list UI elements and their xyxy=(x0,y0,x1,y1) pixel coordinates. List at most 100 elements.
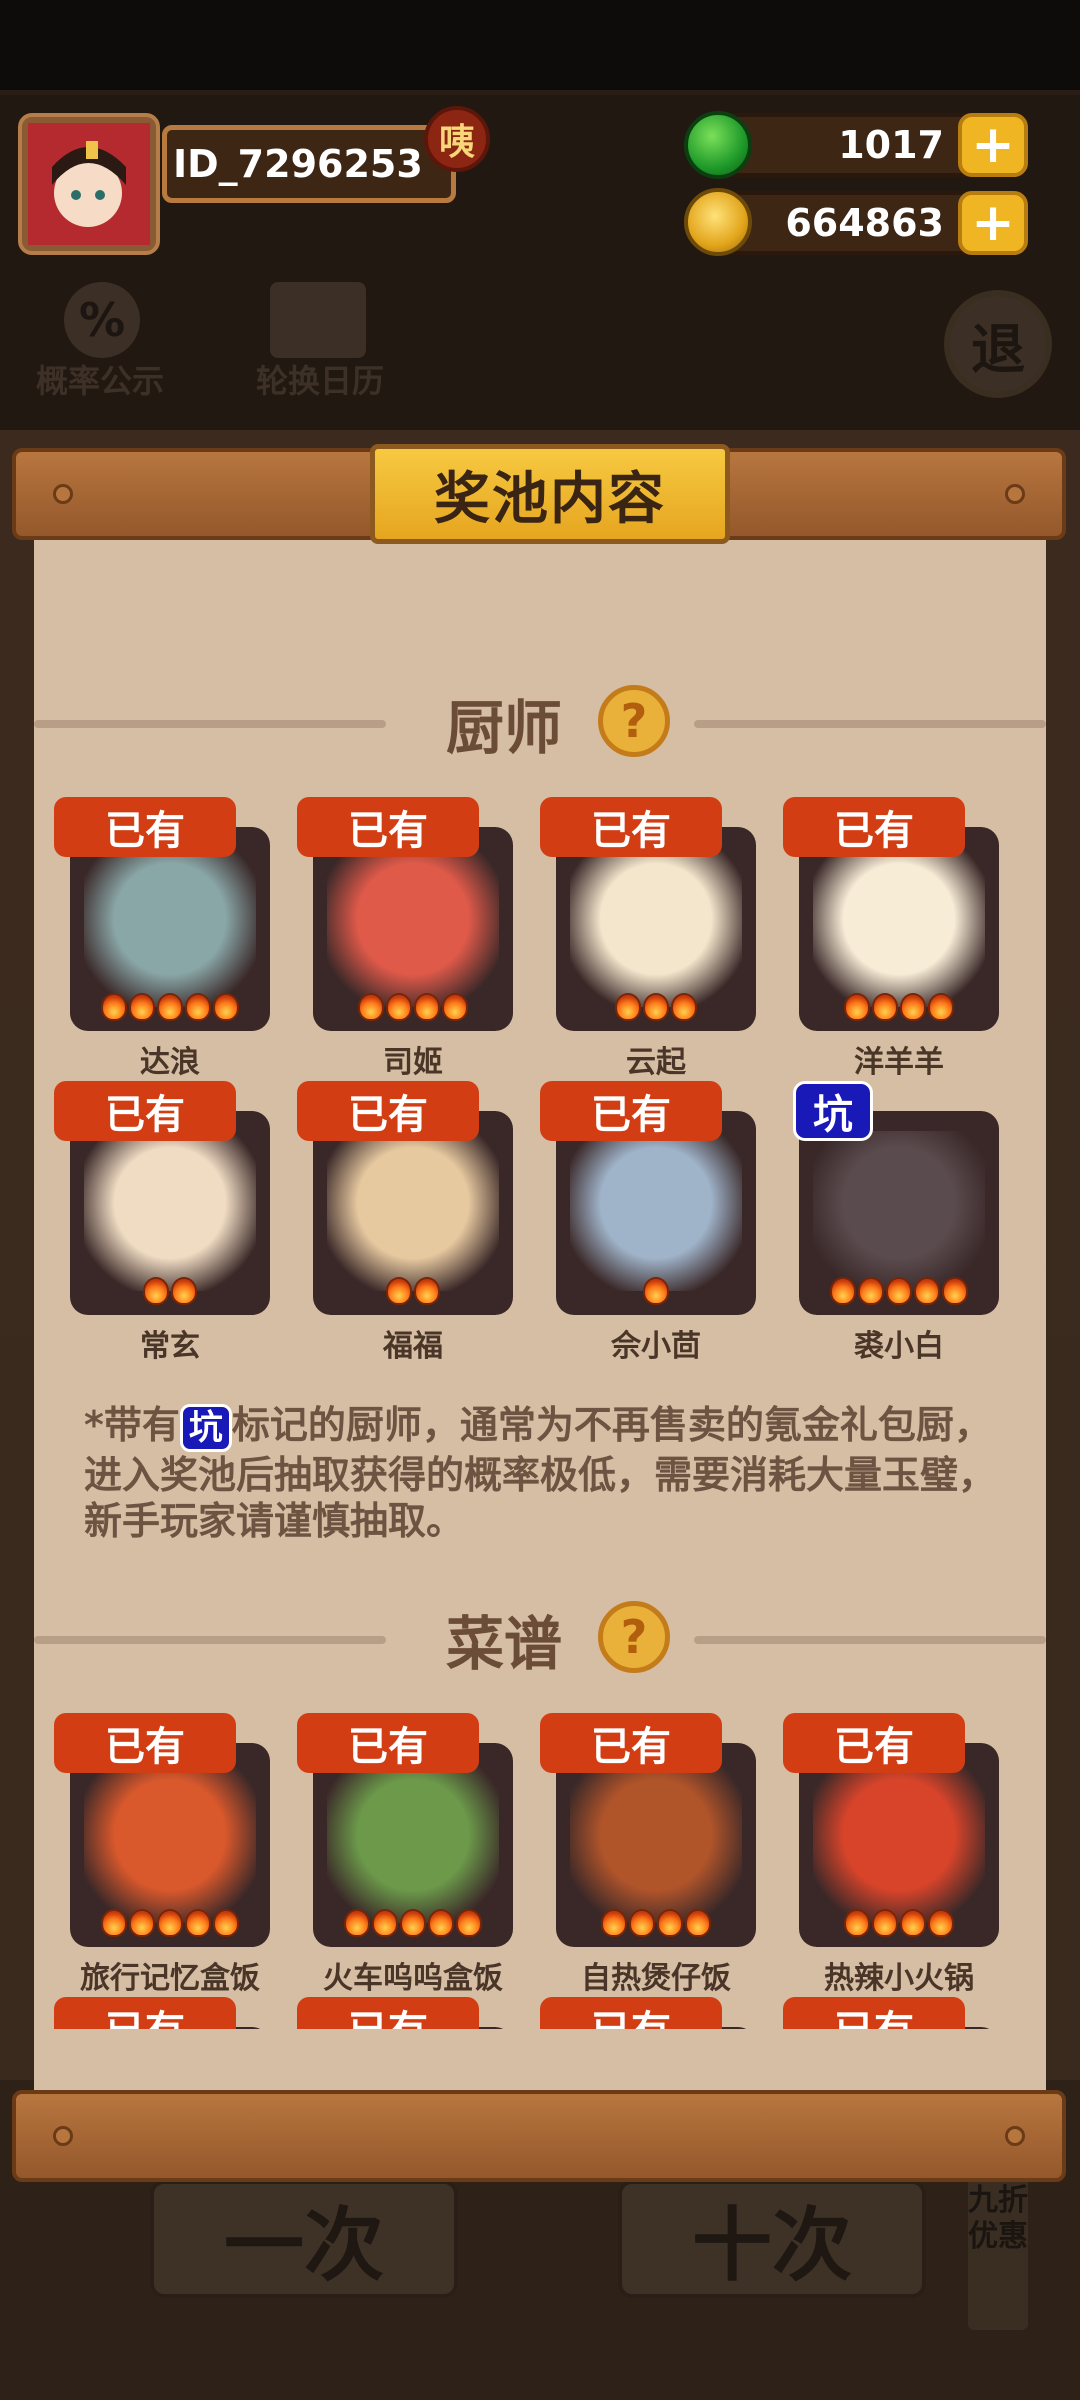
chef-portrait xyxy=(799,1111,999,1315)
rarity-flames xyxy=(313,993,513,1021)
flame-icon xyxy=(900,1909,926,1937)
chef-name: 司姬 xyxy=(383,1045,443,1080)
rarity-flames xyxy=(70,1909,270,1937)
flame-icon xyxy=(386,1277,412,1305)
flame-icon xyxy=(858,1277,884,1305)
scroll-clip xyxy=(34,2029,1046,2097)
flame-icon xyxy=(372,1909,398,1937)
rarity-flames xyxy=(70,1277,270,1305)
recipe-card[interactable]: 已有 旅行记忆盒饭 xyxy=(50,1713,290,2003)
chef-card[interactable]: 已有福福 xyxy=(293,1081,533,1371)
flame-icon xyxy=(101,993,127,1021)
panel-title: 奖池内容 xyxy=(370,444,730,544)
chef-art xyxy=(327,847,499,1007)
flame-icon xyxy=(629,1909,655,1937)
panel-bottom-board xyxy=(12,2090,1066,2182)
recipe-portrait xyxy=(799,1743,999,1947)
chef-card[interactable]: 已有 云起 xyxy=(536,797,776,1087)
chef-card[interactable]: 已有 洋羊羊 xyxy=(779,797,1019,1087)
recipe-name: 自热煲仔饭 xyxy=(581,1961,731,1996)
note-prefix: *带有 xyxy=(84,1403,180,1447)
chef-name: 常玄 xyxy=(140,1329,200,1364)
flame-icon xyxy=(872,993,898,1021)
flame-icon xyxy=(129,993,155,1021)
percent-icon[interactable]: % xyxy=(64,282,140,358)
rarity-flames xyxy=(313,1909,513,1937)
calendar-label[interactable]: 轮换日历 xyxy=(240,356,400,402)
chef-name: 福福 xyxy=(383,1329,443,1364)
owned-badge: 已有 xyxy=(54,797,236,857)
exit-button[interactable]: 退 xyxy=(944,290,1052,398)
chef-art xyxy=(813,847,985,1007)
calendar-icon[interactable] xyxy=(270,282,366,358)
rarity-flames xyxy=(799,1277,999,1305)
rivet xyxy=(1005,2126,1025,2146)
flame-icon xyxy=(157,1909,183,1937)
owned-badge: 已有 xyxy=(54,1081,236,1141)
flame-icon xyxy=(685,1909,711,1937)
recipe-card[interactable]: 已有 热辣小火锅 xyxy=(779,1713,1019,2003)
add-coin-button[interactable]: + xyxy=(958,191,1028,255)
chef-art xyxy=(813,1131,985,1291)
discount-tag: 九折优惠 xyxy=(968,2175,1028,2330)
rivet xyxy=(53,2126,73,2146)
flame-icon xyxy=(844,1909,870,1937)
owned-badge: 已有 xyxy=(297,797,479,857)
player-badge[interactable]: 咦 xyxy=(424,106,490,172)
rarity-flames xyxy=(799,993,999,1021)
flame-icon xyxy=(157,993,183,1021)
player-id-label: ID_7296253 xyxy=(162,125,456,203)
recipe-portrait xyxy=(70,1743,270,1947)
owned-badge: 已有 xyxy=(297,1713,479,1773)
chef-name: 裘小白 xyxy=(854,1329,944,1364)
chef-card[interactable]: 已有司姬 xyxy=(293,797,533,1087)
rarity-flames xyxy=(799,1909,999,1937)
recipe-card[interactable]: 已有 自热煲仔饭 xyxy=(536,1713,776,2003)
chef-portrait xyxy=(70,1111,270,1315)
rarity-flames xyxy=(313,1277,513,1305)
chef-art xyxy=(570,1131,742,1291)
flame-icon xyxy=(143,1277,169,1305)
rarity-flames xyxy=(556,1909,756,1937)
recipe-card[interactable]: 已有 火车呜呜盒饭 xyxy=(293,1713,533,2003)
chef-art xyxy=(84,847,256,1007)
flame-icon xyxy=(942,1277,968,1305)
chef-portrait xyxy=(799,827,999,1031)
chef-portrait xyxy=(556,1111,756,1315)
flame-icon xyxy=(358,993,384,1021)
chef-help-icon[interactable]: ? xyxy=(598,685,670,757)
single-draw-button[interactable]: 一次 xyxy=(150,2180,458,2298)
recipe-help-icon[interactable]: ? xyxy=(598,1601,670,1673)
section-divider xyxy=(694,720,1046,728)
chef-art xyxy=(327,1131,499,1291)
chef-name: 云起 xyxy=(626,1045,686,1080)
probability-label[interactable]: 概率公示 xyxy=(20,356,180,402)
chef-card[interactable]: 已有 佘小茴 xyxy=(536,1081,776,1371)
owned-badge: 已有 xyxy=(783,1713,965,1773)
rarity-flames xyxy=(556,993,756,1021)
chef-card[interactable]: 坑裘小白 xyxy=(779,1081,1019,1371)
chef-card[interactable]: 已有 达浪 xyxy=(50,797,290,1087)
rarity-flames xyxy=(70,993,270,1021)
pit-inline-badge: 坑 xyxy=(179,1403,232,1452)
owned-badge: 已有 xyxy=(297,1081,479,1141)
chef-portrait xyxy=(313,827,513,1031)
chef-card[interactable]: 已有常玄 xyxy=(50,1081,290,1371)
chef-grid: 已有 达浪 已有 司姬 已有 云起 已有 洋羊羊 已有 常玄 已有 福福 已有 佘小茴坑裘小白 xyxy=(34,797,1046,1387)
recipe-art xyxy=(327,1763,499,1923)
flame-icon xyxy=(928,1909,954,1937)
flame-icon xyxy=(872,1909,898,1937)
chef-portrait xyxy=(556,827,756,1031)
section-divider xyxy=(694,1636,1046,1644)
flame-icon xyxy=(185,993,211,1021)
recipe-portrait xyxy=(313,1743,513,1947)
ten-draw-button[interactable]: 十次 xyxy=(618,2180,926,2298)
prize-pool-panel: 厨师 ? 已有 达浪 已有 司姬 已有 云起 已有 洋羊羊 已有 常玄 已有 福福 已有 佘小茴坑裘小白 … xyxy=(34,512,1046,2097)
flame-icon xyxy=(344,1909,370,1937)
flame-icon xyxy=(185,1909,211,1937)
flame-icon xyxy=(830,1277,856,1305)
chef-section-title: 厨师 xyxy=(446,694,563,762)
recipe-name: 旅行记忆盒饭 xyxy=(80,1961,260,1996)
add-jade-button[interactable]: + xyxy=(958,113,1028,177)
player-avatar[interactable] xyxy=(18,113,160,255)
